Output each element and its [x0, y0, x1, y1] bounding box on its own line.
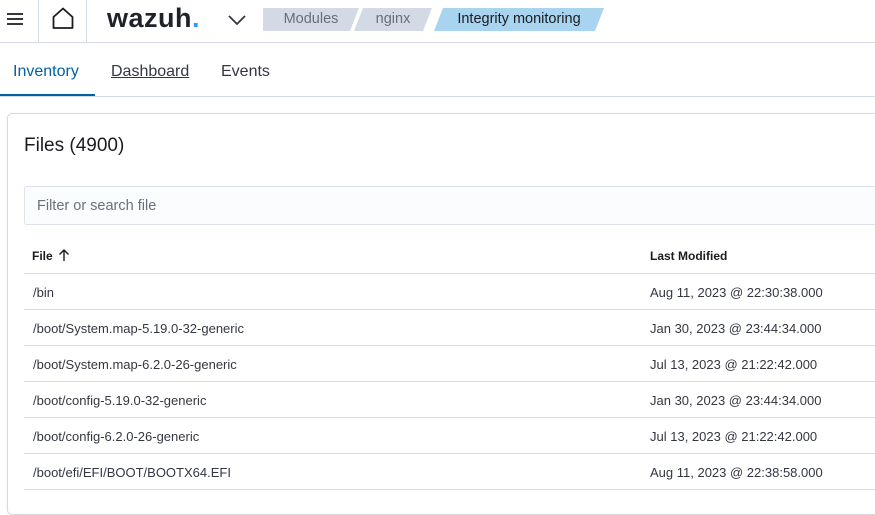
wazuh-logo[interactable]: wazuh. [107, 3, 200, 34]
active-tab-indicator [0, 94, 95, 96]
file-path-cell: /boot/config-6.2.0-26-generic [33, 429, 200, 444]
table-row[interactable]: /boot/config-5.19.0-32-generic Jan 30, 2… [24, 382, 875, 418]
search-input[interactable] [24, 186, 875, 225]
last-modified-cell: Aug 11, 2023 @ 22:30:38.000 [650, 285, 823, 300]
last-modified-cell: Aug 11, 2023 @ 22:38:58.000 [650, 465, 823, 480]
divider [86, 0, 87, 42]
breadcrumb-agent[interactable]: nginx [354, 8, 432, 31]
chevron-down-icon[interactable] [226, 9, 248, 31]
breadcrumb-modules[interactable]: Modules [263, 8, 359, 31]
file-path-cell: /boot/efi/EFI/BOOT/BOOTX64.EFI [33, 465, 231, 480]
column-header-last-modified[interactable]: Last Modified [650, 249, 727, 263]
file-path-cell: /bin [33, 285, 54, 300]
home-button[interactable] [39, 0, 86, 42]
file-path-cell: /boot/System.map-6.2.0-26-generic [33, 357, 237, 372]
last-modified-cell: Jan 30, 2023 @ 23:44:34.000 [650, 321, 822, 336]
table-row[interactable]: /boot/System.map-6.2.0-26-generic Jul 13… [24, 346, 875, 382]
table-row[interactable]: /boot/config-6.2.0-26-generic Jul 13, 20… [24, 418, 875, 454]
column-header-file[interactable]: File [32, 249, 53, 263]
tab-bar: Inventory Dashboard Events [0, 43, 875, 97]
table-row[interactable]: /boot/efi/EFI/BOOT/BOOTX64.EFI Aug 11, 2… [24, 454, 875, 490]
sort-ascending-icon[interactable] [57, 248, 71, 262]
top-header: wazuh. Modules nginx Integrity monitorin… [0, 0, 875, 43]
home-icon [52, 7, 74, 29]
file-path-cell: /boot/System.map-5.19.0-32-generic [33, 321, 244, 336]
last-modified-cell: Jul 13, 2023 @ 21:22:42.000 [650, 429, 818, 444]
panel-title: Files (4900) [24, 135, 125, 156]
breadcrumb-current: Integrity monitoring [434, 8, 604, 31]
menu-button[interactable] [0, 0, 38, 42]
tab-events[interactable]: Events [221, 63, 270, 81]
tab-inventory[interactable]: Inventory [13, 63, 79, 81]
table-row[interactable]: /boot/System.map-5.19.0-32-generic Jan 3… [24, 310, 875, 346]
table-row[interactable]: /bin Aug 11, 2023 @ 22:30:38.000 [24, 274, 875, 310]
last-modified-cell: Jan 30, 2023 @ 23:44:34.000 [650, 393, 822, 408]
last-modified-cell: Jul 13, 2023 @ 21:22:42.000 [650, 357, 818, 372]
tab-dashboard[interactable]: Dashboard [111, 63, 189, 81]
file-path-cell: /boot/config-5.19.0-32-generic [33, 393, 207, 408]
